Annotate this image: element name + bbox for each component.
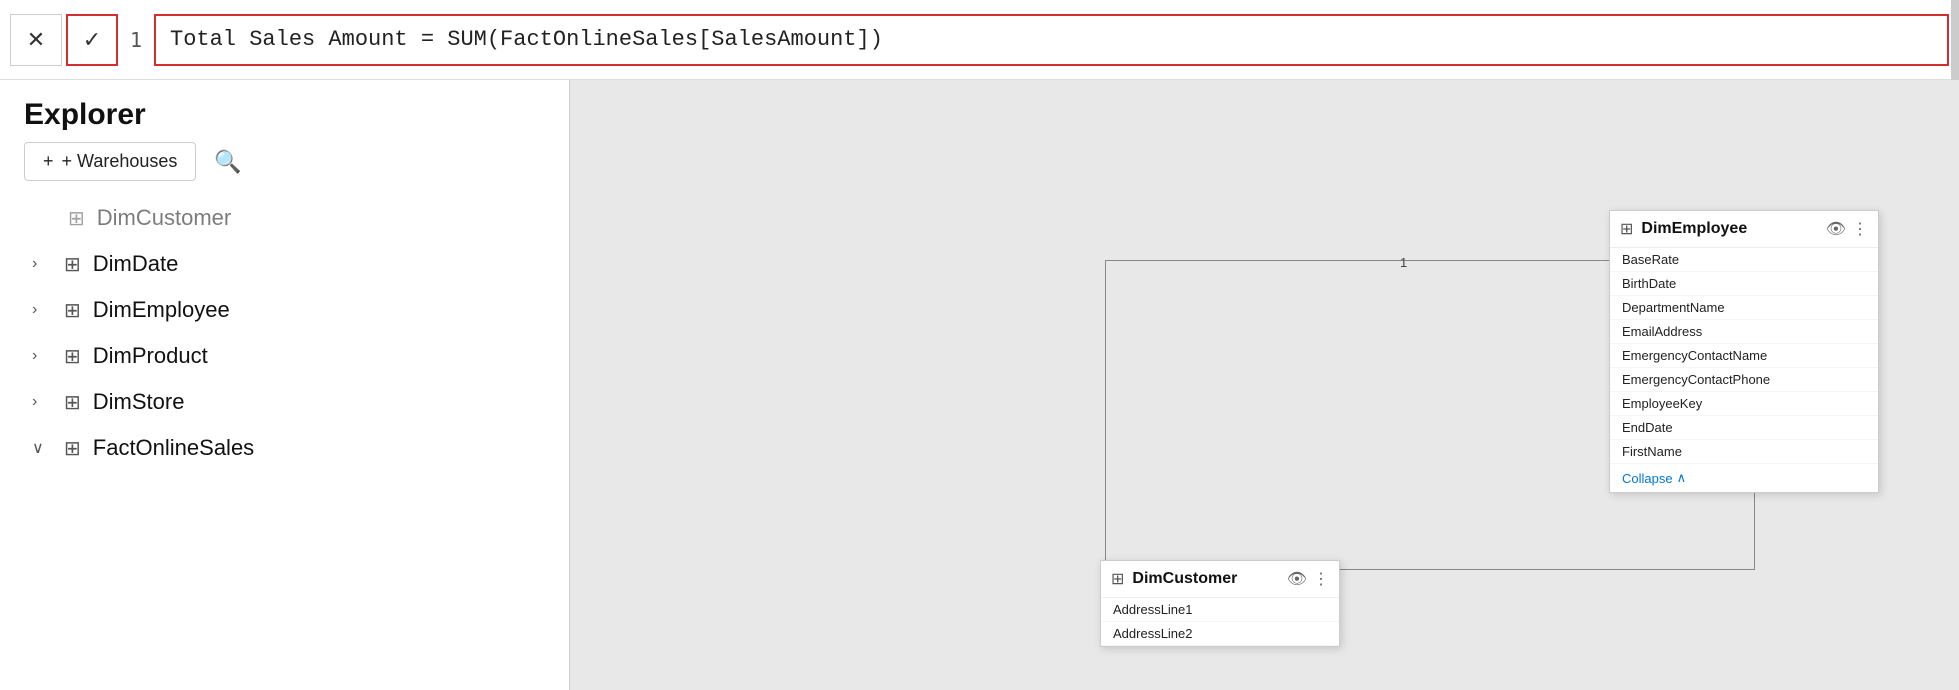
card-field-birthdate: BirthDate bbox=[1610, 272, 1878, 296]
sidebar-title: Explorer bbox=[24, 98, 146, 132]
tree-item-label: DimEmployee bbox=[93, 297, 230, 323]
card-header: ⊞ DimEmployee 👁 ⋮ bbox=[1610, 211, 1878, 248]
dim-employee-card: ⊞ DimEmployee 👁 ⋮ BaseRate BirthDate Dep… bbox=[1609, 210, 1879, 493]
tree-item-label: DimDate bbox=[93, 251, 179, 277]
card-header: ⊞ DimCustomer 👁 ⋮ bbox=[1101, 561, 1339, 598]
card-field-departmentname: DepartmentName bbox=[1610, 296, 1878, 320]
card-field-emailaddress: EmailAddress bbox=[1610, 320, 1878, 344]
collapse-label: Collapse bbox=[1622, 471, 1673, 486]
search-icon: 🔍 bbox=[214, 149, 241, 174]
tree-item-label: DimProduct bbox=[93, 343, 208, 369]
chevron-up-icon: ∧ bbox=[1677, 470, 1687, 486]
tree-item-dimdate[interactable]: › ⊞ DimDate bbox=[0, 241, 569, 287]
tree-item-dimemployee[interactable]: › ⊞ DimEmployee bbox=[0, 287, 569, 333]
formula-input[interactable] bbox=[154, 14, 1949, 66]
tree-item-label: DimStore bbox=[93, 389, 185, 415]
sidebar: Explorer + + Warehouses 🔍 ⊞ DimCustomer … bbox=[0, 80, 570, 690]
tree-label: DimCustomer bbox=[97, 205, 231, 231]
card-title: DimCustomer bbox=[1132, 570, 1237, 588]
table-icon: ⊞ bbox=[64, 298, 81, 323]
card-field-addressline1: AddressLine1 bbox=[1101, 598, 1339, 622]
confirm-button[interactable]: ✓ bbox=[66, 14, 118, 66]
card-eye-button[interactable]: 👁 bbox=[1287, 569, 1307, 589]
card-title: DimEmployee bbox=[1641, 220, 1747, 238]
tree-item-dimstore[interactable]: › ⊞ DimStore bbox=[0, 379, 569, 425]
table-icon: ⊞ bbox=[64, 252, 81, 277]
chevron-right-icon: › bbox=[32, 347, 52, 365]
main-content: Explorer + + Warehouses 🔍 ⊞ DimCustomer … bbox=[0, 80, 1959, 690]
card-title-area: ⊞ DimEmployee bbox=[1620, 219, 1747, 239]
add-warehouses-label: + Warehouses bbox=[62, 151, 178, 172]
canvas-area[interactable]: 1 ⊞ DimEmployee 👁 ⋮ BaseRate BirthDate D… bbox=[570, 80, 1959, 690]
card-field-employeekey: EmployeeKey bbox=[1610, 392, 1878, 416]
table-card-icon: ⊞ bbox=[1111, 569, 1124, 589]
card-eye-button[interactable]: 👁 bbox=[1826, 219, 1846, 239]
dim-customer-card: ⊞ DimCustomer 👁 ⋮ AddressLine1 AddressLi… bbox=[1100, 560, 1340, 647]
tree-item-factonlinesales[interactable]: ∨ ⊞ FactOnlineSales bbox=[0, 425, 569, 471]
table-icon: ⊞ bbox=[68, 206, 85, 231]
table-icon: ⊞ bbox=[64, 344, 81, 369]
sidebar-list: ⊞ DimCustomer › ⊞ DimDate › ⊞ DimEmploye… bbox=[0, 195, 569, 690]
table-card-icon: ⊞ bbox=[1620, 219, 1633, 239]
card-field-addressline2: AddressLine2 bbox=[1101, 622, 1339, 646]
card-more-button[interactable]: ⋮ bbox=[1852, 219, 1868, 239]
card-field-firstname: FirstName bbox=[1610, 440, 1878, 464]
plus-icon: + bbox=[43, 151, 54, 172]
chevron-down-icon: ∨ bbox=[32, 438, 52, 458]
chevron-right-icon: › bbox=[32, 393, 52, 411]
card-field-baserate: BaseRate bbox=[1610, 248, 1878, 272]
sidebar-toolbar: + + Warehouses 🔍 bbox=[0, 142, 569, 195]
chevron-right-icon: › bbox=[32, 301, 52, 319]
line-indicator: 1 bbox=[1400, 255, 1407, 270]
card-field-emergencycontactphone: EmergencyContactPhone bbox=[1610, 368, 1878, 392]
tree-item-dimcustomer-partial[interactable]: ⊞ DimCustomer bbox=[0, 195, 569, 241]
search-button[interactable]: 🔍 bbox=[214, 149, 241, 175]
card-field-emergencycontactname: EmergencyContactName bbox=[1610, 344, 1878, 368]
tree-item-label: FactOnlineSales bbox=[93, 435, 254, 461]
table-icon: ⊞ bbox=[64, 390, 81, 415]
card-collapse-button[interactable]: Collapse ∧ bbox=[1610, 464, 1878, 492]
card-icon-group: 👁 ⋮ bbox=[1826, 219, 1868, 239]
formula-bar: ✕ ✓ 1 bbox=[0, 0, 1959, 80]
tree-item-dimproduct[interactable]: › ⊞ DimProduct bbox=[0, 333, 569, 379]
sidebar-header: Explorer bbox=[0, 80, 569, 142]
chevron-right-icon: › bbox=[32, 255, 52, 273]
card-icon-group: 👁 ⋮ bbox=[1287, 569, 1329, 589]
cancel-button[interactable]: ✕ bbox=[10, 14, 62, 66]
card-title-area: ⊞ DimCustomer bbox=[1111, 569, 1237, 589]
add-warehouses-button[interactable]: + + Warehouses bbox=[24, 142, 196, 181]
card-more-button[interactable]: ⋮ bbox=[1313, 569, 1329, 589]
card-field-enddate: EndDate bbox=[1610, 416, 1878, 440]
line-number: 1 bbox=[122, 28, 150, 52]
table-icon: ⊞ bbox=[64, 436, 81, 461]
